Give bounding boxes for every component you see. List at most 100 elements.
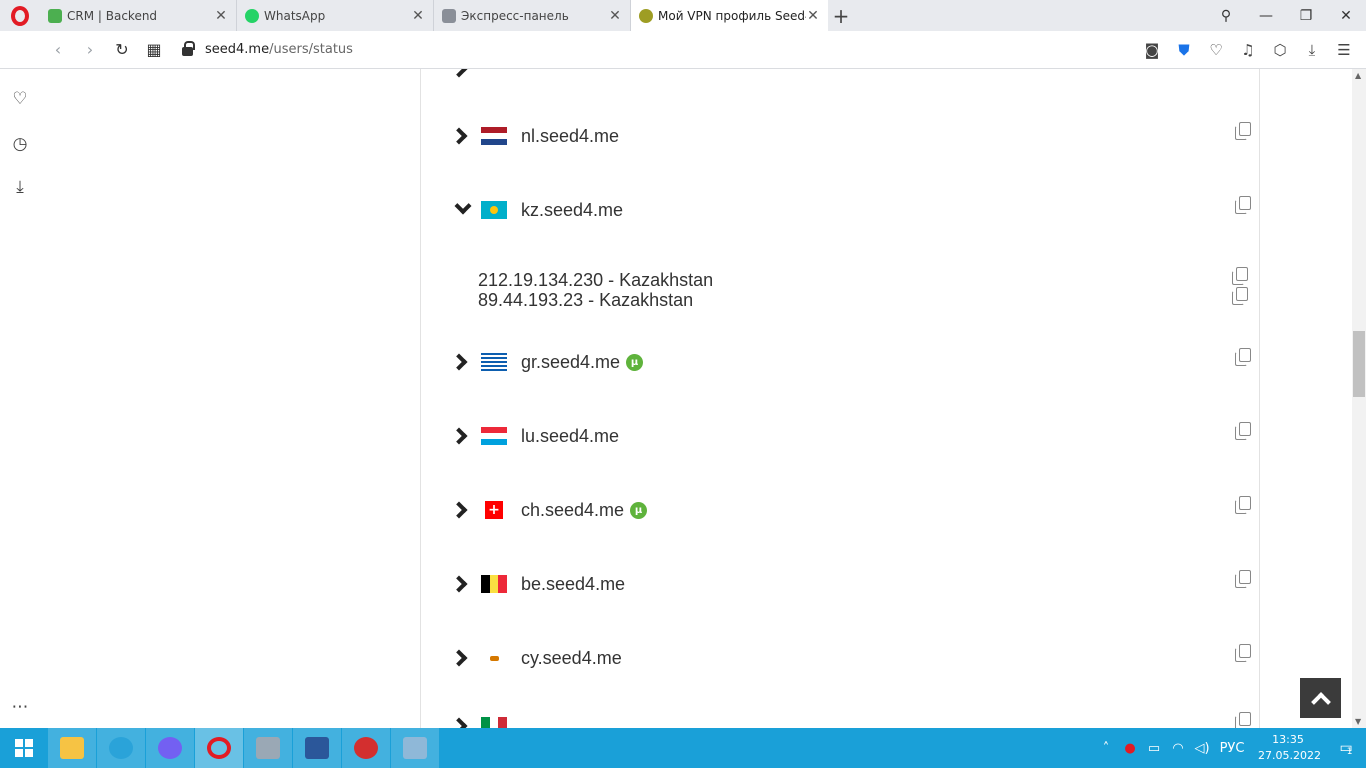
flag-cy-icon — [481, 649, 507, 667]
player-icon[interactable]: ♫ — [1232, 41, 1264, 59]
scrollbar-thumb[interactable] — [1353, 331, 1365, 397]
copy-icon[interactable] — [1230, 286, 1248, 305]
opera-menu-button[interactable] — [0, 0, 40, 31]
chevron-up-icon — [1310, 692, 1331, 712]
close-icon[interactable]: ✕ — [411, 8, 425, 24]
taskbar-word[interactable] — [293, 728, 341, 768]
tab-title: WhatsApp — [264, 8, 326, 23]
notifications-button[interactable]: ▭ 1 — [1326, 728, 1366, 768]
server-row[interactable]: kz.seed4.me — [451, 195, 1251, 225]
antivirus-icon[interactable]: ● — [1118, 741, 1142, 756]
chevron-right-icon[interactable] — [450, 69, 477, 84]
windows-logo-icon — [15, 739, 33, 757]
tab-seed4me[interactable]: Мой VPN профиль Seed4.Me ✕ — [631, 0, 828, 31]
server-row[interactable]: gr.seed4.me µ — [450, 347, 1251, 377]
server-row[interactable]: + ch.seed4.me µ — [450, 495, 1251, 525]
server-row-partial[interactable] — [450, 69, 1251, 84]
chevron-right-icon[interactable] — [450, 569, 477, 599]
maximize-button[interactable]: ❐ — [1286, 0, 1326, 31]
flag-lu-icon — [481, 427, 507, 445]
server-list-panel: nl.seed4.me kz.seed4.me 212.19.134.230 -… — [420, 69, 1260, 728]
more-icon[interactable]: ⋯ — [10, 697, 30, 717]
server-host: ch.seed4.me — [521, 499, 625, 520]
copy-icon[interactable] — [1233, 347, 1251, 366]
tabs-grid-icon[interactable]: ▦ — [138, 31, 170, 69]
server-row[interactable]: nl.seed4.me — [450, 121, 1251, 151]
vertical-scrollbar[interactable]: ▲ ▼ — [1352, 69, 1366, 728]
minimize-button[interactable]: — — [1246, 0, 1286, 31]
tab-bar: CRM | Backend ✕ WhatsApp ✕ Экспресс-пане… — [0, 0, 1366, 31]
wifi-icon[interactable]: ◠ — [1166, 741, 1190, 756]
download-icon[interactable]: ⤓ — [10, 177, 30, 197]
chevron-up-icon[interactable]: ˄ — [1094, 741, 1118, 756]
url-field[interactable]: seed4.me/users/status — [182, 41, 353, 57]
server-host: lu.seed4.me — [521, 425, 620, 446]
volume-icon[interactable]: ◁) — [1190, 741, 1214, 756]
clock[interactable]: 13:35 27.05.2022 — [1258, 732, 1321, 764]
taskbar-app-notes[interactable] — [391, 728, 439, 768]
server-row[interactable]: cy.seed4.me — [450, 643, 1251, 673]
start-button[interactable] — [0, 728, 48, 768]
crm-favicon-icon — [48, 8, 62, 23]
taskbar-app-red[interactable] — [342, 728, 390, 768]
cube-icon[interactable]: ⬡ — [1264, 41, 1296, 59]
download-icon[interactable]: ⤓ — [1296, 41, 1328, 59]
heart-icon[interactable]: ♡ — [10, 89, 30, 109]
windows-taskbar: ˄ ● ▭ ◠ ◁) РУС 13:35 27.05.2022 ▭ 1 — [0, 728, 1366, 768]
seed4me-favicon-icon — [639, 8, 653, 23]
tab-crm[interactable]: CRM | Backend ✕ — [40, 0, 237, 31]
copy-icon[interactable] — [1230, 266, 1248, 285]
tab-whatsapp[interactable]: WhatsApp ✕ — [237, 0, 434, 31]
chevron-right-icon[interactable] — [450, 495, 477, 525]
close-icon[interactable]: ✕ — [608, 8, 622, 24]
flag-icon — [481, 69, 507, 78]
server-row[interactable]: lu.seed4.me — [450, 421, 1251, 451]
shield-icon[interactable]: ⛊ — [1168, 41, 1200, 59]
scroll-to-top-button[interactable] — [1300, 678, 1341, 718]
close-icon[interactable]: ✕ — [214, 8, 228, 24]
server-row[interactable]: be.seed4.me — [450, 569, 1251, 599]
battery-icon[interactable]: ▭ — [1142, 741, 1166, 756]
chevron-down-icon[interactable] — [451, 195, 477, 225]
chevron-right-icon[interactable] — [450, 643, 477, 673]
history-clock-icon[interactable]: ◷ — [10, 134, 30, 154]
word-icon — [305, 737, 329, 759]
search-tabs-icon[interactable]: ⚲ — [1206, 0, 1246, 31]
chevron-right-icon[interactable] — [450, 421, 477, 451]
copy-icon[interactable] — [1233, 711, 1251, 728]
server-row-partial[interactable] — [450, 711, 1251, 728]
window-controls: ⚲ — ❐ ✕ — [1206, 0, 1366, 31]
scroll-up-icon[interactable]: ▲ — [1355, 71, 1361, 80]
copy-icon[interactable] — [1233, 121, 1251, 140]
easy-setup-icon[interactable]: ☰ — [1328, 41, 1360, 59]
language-indicator[interactable]: РУС — [1214, 741, 1250, 756]
taskbar-explorer[interactable] — [48, 728, 96, 768]
tab-title: Мой VPN профиль Seed4.Me — [658, 8, 806, 23]
camera-icon[interactable]: ◙ — [1136, 41, 1168, 59]
copy-icon[interactable] — [1233, 421, 1251, 440]
reload-icon[interactable]: ↻ — [106, 31, 138, 69]
chevron-right-icon[interactable] — [450, 347, 477, 377]
taskbar-opera[interactable] — [195, 728, 243, 768]
taskbar-calculator[interactable] — [244, 728, 292, 768]
chevron-right-icon[interactable] — [450, 121, 477, 151]
copy-icon[interactable] — [1233, 495, 1251, 514]
taskbar-telegram[interactable] — [97, 728, 145, 768]
chevron-right-icon[interactable] — [450, 711, 477, 728]
taskbar-viber[interactable] — [146, 728, 194, 768]
scroll-down-icon[interactable]: ▼ — [1355, 717, 1361, 726]
new-tab-button[interactable]: + — [828, 0, 854, 31]
url-host: seed4.me — [205, 42, 270, 57]
copy-icon[interactable] — [1233, 643, 1251, 662]
opera-icon — [207, 737, 231, 759]
copy-icon[interactable] — [1233, 569, 1251, 588]
tab-title: Экспресс-панель — [461, 8, 569, 23]
copy-icon[interactable] — [1233, 195, 1251, 214]
heart-icon[interactable]: ♡ — [1200, 41, 1232, 59]
forward-icon[interactable]: › — [74, 31, 106, 69]
close-window-button[interactable]: ✕ — [1326, 0, 1366, 31]
close-icon[interactable]: ✕ — [806, 8, 820, 24]
tab-speed-dial[interactable]: Экспресс-панель ✕ — [434, 0, 631, 31]
back-icon[interactable]: ‹ — [42, 31, 74, 69]
ip-address: 212.19.134.230 - Kazakhstan — [478, 270, 714, 290]
